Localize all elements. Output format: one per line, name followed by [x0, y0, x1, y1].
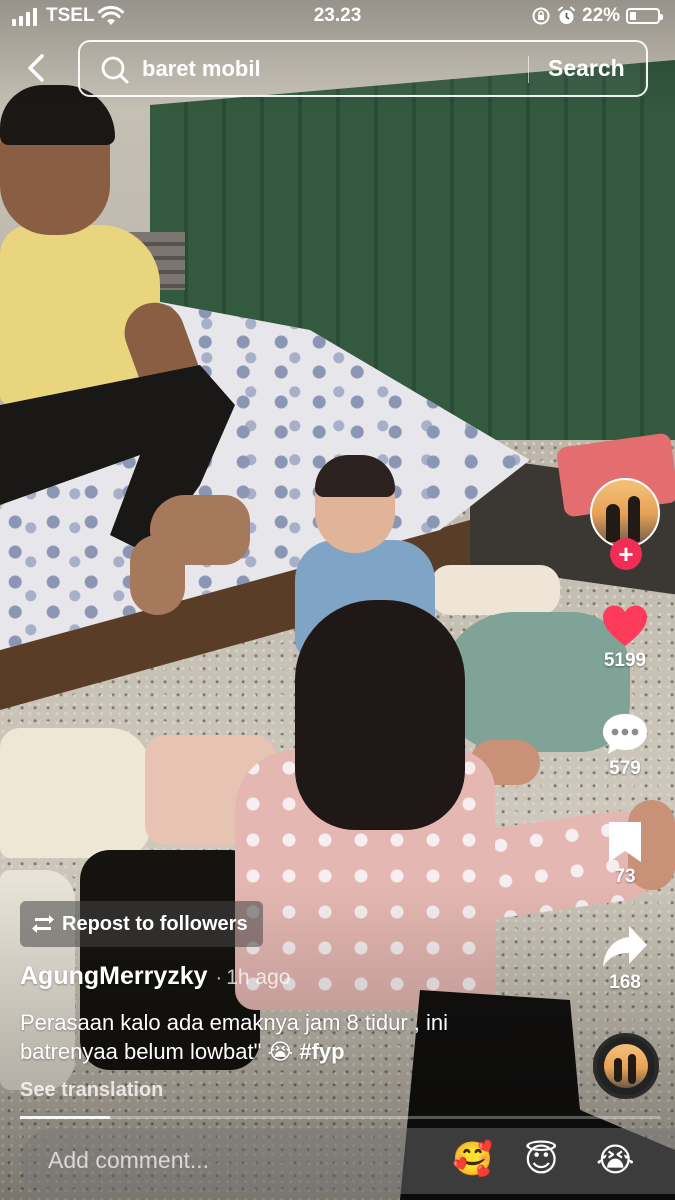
- video-progress-bar[interactable]: [20, 1116, 660, 1119]
- share-button[interactable]: 168: [585, 924, 665, 994]
- emoji-crying[interactable]: 😭: [596, 1140, 636, 1180]
- caption-emoji: 😭: [267, 1039, 294, 1064]
- search-button[interactable]: Search: [548, 55, 625, 82]
- video-progress-fill: [20, 1116, 110, 1119]
- caption-line-2: batrenyaa belum lowbat": [20, 1039, 262, 1064]
- hashtag-link[interactable]: #fyp: [299, 1039, 344, 1064]
- save-count: 73: [614, 866, 636, 887]
- share-count: 168: [609, 972, 641, 993]
- clothes-pile: [430, 565, 560, 615]
- caption-line-1: Perasaan kalo ada emaknya jam 8 tidur , …: [20, 1010, 449, 1035]
- emoji-smiling-hearts[interactable]: 🥰: [452, 1140, 493, 1180]
- comment-bubble-icon: [603, 714, 647, 754]
- rotation-lock-icon: [532, 7, 550, 25]
- search-divider: [528, 56, 529, 83]
- author-username[interactable]: AgungMerryzky: [20, 962, 208, 990]
- post-time: 1h ago: [226, 966, 291, 989]
- father-foot: [130, 535, 185, 615]
- battery-icon: [626, 8, 663, 24]
- like-count: 5199: [603, 650, 647, 671]
- comment-input[interactable]: Add comment...: [48, 1147, 209, 1174]
- comment-count: 579: [609, 758, 641, 779]
- repost-label: Repost to followers: [62, 913, 248, 935]
- comment-button[interactable]: 579: [585, 712, 665, 780]
- status-bar: TSEL 23.23 22%: [0, 0, 675, 36]
- share-arrow-icon: [603, 926, 647, 967]
- author-line: AgungMerryzky · 1h ago: [20, 962, 290, 991]
- post-caption[interactable]: Perasaan kalo ada emaknya jam 8 tidur , …: [20, 1008, 580, 1066]
- save-button[interactable]: 73: [585, 820, 665, 888]
- follow-plus-button[interactable]: +: [610, 538, 642, 570]
- see-translation-link[interactable]: See translation: [20, 1079, 163, 1102]
- battery-percent: 22%: [582, 5, 621, 26]
- like-button[interactable]: 5199: [585, 604, 665, 672]
- repost-button[interactable]: Repost to followers: [20, 901, 263, 947]
- repost-icon: [32, 915, 54, 933]
- clothes-pile: [0, 728, 150, 858]
- bookmark-icon: [609, 822, 641, 862]
- alarm-icon: [558, 6, 575, 24]
- separator-dot: ·: [215, 967, 223, 989]
- search-bar[interactable]: baret mobil Search: [78, 40, 648, 97]
- comment-bar[interactable]: Add comment... 🥰 😇 😭: [20, 1128, 675, 1194]
- back-chevron-icon[interactable]: [18, 50, 54, 86]
- girl-hair: [295, 600, 465, 830]
- battery-fill: [630, 12, 636, 20]
- heart-icon: [603, 605, 647, 646]
- music-disc-cover: [604, 1044, 648, 1088]
- search-icon: [101, 56, 129, 84]
- emoji-halo[interactable]: 😇: [524, 1140, 564, 1180]
- music-disc[interactable]: [593, 1033, 659, 1099]
- search-query[interactable]: baret mobil: [142, 56, 261, 82]
